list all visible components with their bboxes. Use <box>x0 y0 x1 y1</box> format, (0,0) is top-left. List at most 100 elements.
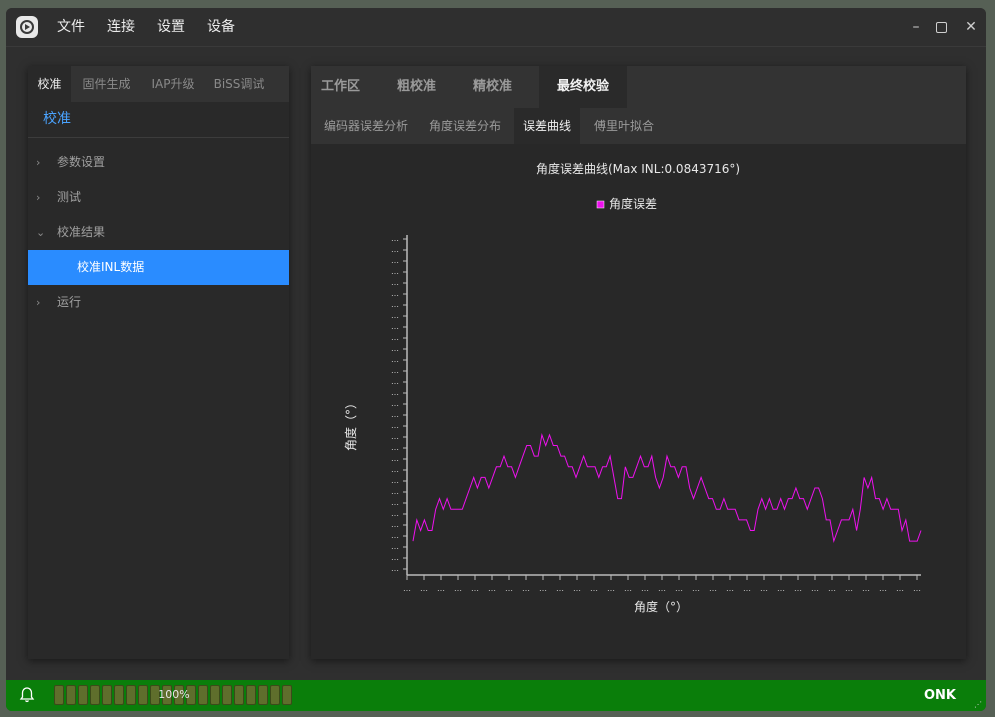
status-text: ONK <box>924 688 957 703</box>
y-tick-label: … <box>391 388 399 397</box>
x-tick-label: … <box>454 584 462 593</box>
y-tick-label: … <box>391 322 399 331</box>
x-tick-label: … <box>539 584 547 593</box>
x-tick-label: … <box>437 584 445 593</box>
left-tabs: 校准 固件生成 IAP升级 BiSS调试 <box>28 66 289 102</box>
x-tick-label: … <box>403 584 411 593</box>
app-logo-icon <box>16 16 38 38</box>
tree-item-test[interactable]: › 测试 <box>28 180 289 215</box>
y-tick-label: … <box>391 531 399 540</box>
y-tick-label: … <box>391 432 399 441</box>
x-tick-label: … <box>505 584 513 593</box>
menu-file[interactable]: 文件 <box>57 8 85 46</box>
error-curve-chart: 角度误差曲线(Max INL:0.0843716°) 角度误差 ……………………… <box>343 161 922 614</box>
x-tick-label: … <box>845 584 853 593</box>
y-tick-label: … <box>391 421 399 430</box>
x-tick-label: … <box>624 584 632 593</box>
y-ticks: ………………………………………………………………………………… <box>391 234 407 573</box>
y-tick-label: … <box>391 476 399 485</box>
y-tick-label: … <box>391 267 399 276</box>
legend-swatch <box>596 200 605 209</box>
x-ticks: ………………………………………………………………………………… <box>403 575 921 593</box>
tree-item-label: 测试 <box>57 190 82 204</box>
menu-settings[interactable]: 设置 <box>157 8 185 46</box>
tab-biss[interactable]: BiSS调试 <box>204 66 274 102</box>
tree-item-label: 运行 <box>57 295 82 309</box>
subtab-error-curve[interactable]: 误差曲线 <box>514 108 580 144</box>
x-tick-label: … <box>471 584 479 593</box>
y-tick-label: … <box>391 377 399 386</box>
x-tick-label: … <box>590 584 598 593</box>
x-tick-label: … <box>709 584 717 593</box>
x-tick-label: … <box>811 584 819 593</box>
tab-firmware[interactable]: 固件生成 <box>71 66 142 102</box>
y-tick-label: … <box>391 300 399 309</box>
y-tick-label: … <box>391 410 399 419</box>
y-tick-label: … <box>391 520 399 529</box>
x-tick-label: … <box>896 584 904 593</box>
subtab-encoder-error[interactable]: 编码器误差分析 <box>316 108 416 144</box>
tab-fine[interactable]: 精校准 <box>473 66 543 108</box>
chevron-right-icon: › <box>36 156 41 169</box>
y-tick-label: … <box>391 289 399 298</box>
maximize-icon <box>935 21 947 33</box>
legend-label: 角度误差 <box>609 196 657 211</box>
y-tick-label: … <box>391 311 399 320</box>
y-tick-label: … <box>391 553 399 562</box>
x-tick-label: … <box>488 584 496 593</box>
y-tick-label: … <box>391 465 399 474</box>
tab-final-check[interactable]: 最终校验 <box>539 66 627 108</box>
y-tick-label: … <box>391 333 399 342</box>
x-tick-label: … <box>760 584 768 593</box>
tree-item-label: 校准INL数据 <box>77 260 145 274</box>
tree-item-label: 校准结果 <box>57 225 106 239</box>
x-tick-label: … <box>743 584 751 593</box>
menu-connect[interactable]: 连接 <box>107 8 135 46</box>
x-tick-label: … <box>862 584 870 593</box>
subtab-fourier[interactable]: 傅里叶拟合 <box>584 108 664 144</box>
x-tick-label: … <box>675 584 683 593</box>
tab-calibration[interactable]: 校准 <box>28 66 71 102</box>
main-window: 文件 连接 设置 设备 – ✕ 校准 固件生成 IAP升级 BiSS调试 校准 … <box>6 8 986 711</box>
sub-tabs: 编码器误差分析 角度误差分布 误差曲线 傅里叶拟合 <box>311 108 966 144</box>
chevron-right-icon: › <box>36 191 41 204</box>
tree-item-run[interactable]: › 运行 <box>28 285 289 320</box>
left-panel: 校准 固件生成 IAP升级 BiSS调试 校准 › 参数设置 › 测试 ⌄ 校准… <box>28 66 289 659</box>
tab-coarse[interactable]: 粗校准 <box>397 66 467 108</box>
y-tick-label: … <box>391 256 399 265</box>
y-tick-label: … <box>391 487 399 496</box>
resize-grip[interactable]: ⋰ <box>974 700 982 709</box>
y-tick-label: … <box>391 355 399 364</box>
tab-iap[interactable]: IAP升级 <box>142 66 204 102</box>
x-tick-label: … <box>556 584 564 593</box>
y-tick-label: … <box>391 366 399 375</box>
tree-item-params[interactable]: › 参数设置 <box>28 145 289 180</box>
tree-item-results[interactable]: ⌄ 校准结果 <box>28 215 289 250</box>
series-line-angle-error <box>412 432 922 544</box>
y-tick-label: … <box>391 542 399 551</box>
y-tick-label: … <box>391 245 399 254</box>
y-tick-label: … <box>391 498 399 507</box>
x-tick-label: … <box>420 584 428 593</box>
y-tick-label: … <box>391 399 399 408</box>
tree-item-inl-data[interactable]: 校准INL数据 <box>28 250 289 285</box>
subtab-angle-distribution[interactable]: 角度误差分布 <box>422 108 508 144</box>
x-tick-label: … <box>692 584 700 593</box>
bell-icon[interactable] <box>18 686 36 704</box>
menu-bar: 文件 连接 设置 设备 <box>57 8 257 46</box>
maximize-button[interactable] <box>926 8 956 46</box>
menu-device[interactable]: 设备 <box>207 8 235 46</box>
close-button[interactable]: ✕ <box>956 8 986 46</box>
right-panel: 工作区 粗校准 精校准 最终校验 编码器误差分析 角度误差分布 误差曲线 傅里叶… <box>311 66 966 659</box>
x-tick-label: … <box>607 584 615 593</box>
x-tick-label: … <box>794 584 802 593</box>
chart-area: 角度误差曲线(Max INL:0.0843716°) 角度误差 ……………………… <box>311 144 966 659</box>
y-tick-label: … <box>391 509 399 518</box>
y-tick-label: … <box>391 278 399 287</box>
chevron-down-icon: ⌄ <box>36 226 46 239</box>
tab-workspace[interactable]: 工作区 <box>321 66 391 108</box>
titlebar: 文件 连接 设置 设备 – ✕ <box>6 8 986 47</box>
chevron-right-icon: › <box>36 296 41 309</box>
left-panel-title: 校准 <box>43 111 71 127</box>
top-tabs: 工作区 粗校准 精校准 最终校验 <box>311 66 966 108</box>
